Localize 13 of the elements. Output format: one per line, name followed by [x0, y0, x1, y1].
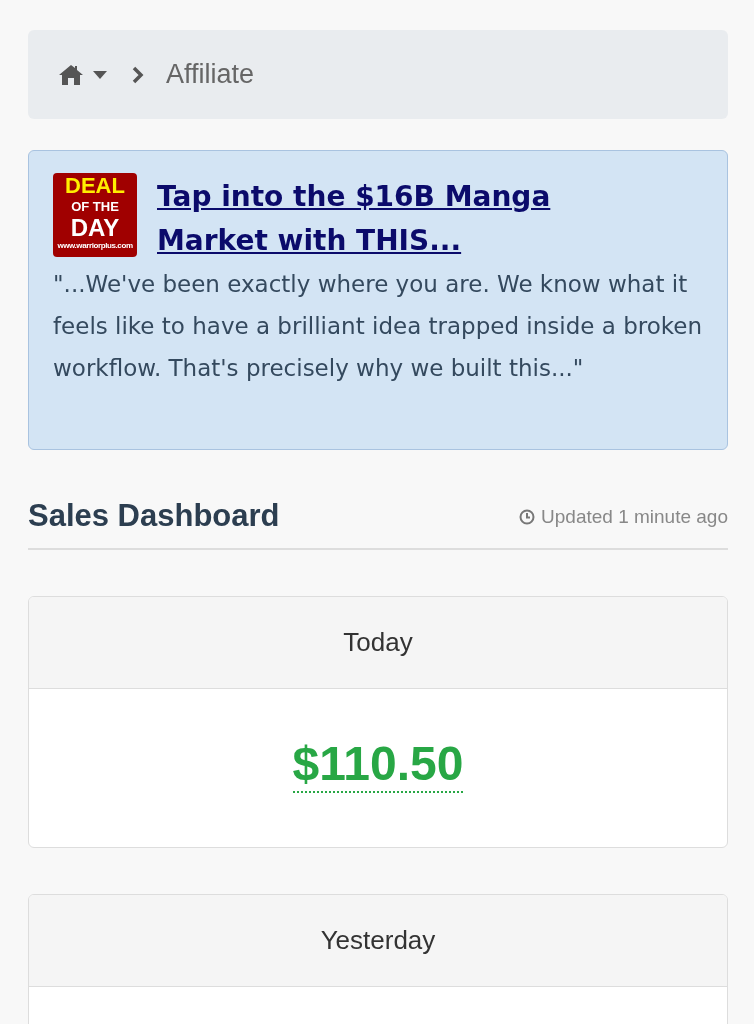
- sales-amount: $110.50: [292, 735, 464, 793]
- dashboard-title: Sales Dashboard: [28, 498, 280, 534]
- deal-badge: DEAL OF THE DAY www.warriorplus.com: [53, 173, 137, 257]
- ad-title-link[interactable]: Tap into the $16B Manga Market with THIS...: [157, 175, 597, 263]
- breadcrumb-item: Affiliate: [166, 59, 255, 90]
- chevron-icon: [132, 65, 144, 84]
- card-label: Today: [343, 627, 413, 658]
- home-icon[interactable]: [58, 63, 84, 86]
- card-label: Yesterday: [320, 925, 436, 956]
- ad-text: "...We've been exactly where you are. We know what it feels like to have a brilliant idea trapped inside a broken workflow. That's precisely why we built this...": [53, 270, 704, 383]
- clock-icon: [519, 509, 536, 525]
- updated-text: Updated 1 minute ago: [541, 506, 728, 528]
- caret-icon[interactable]: [92, 69, 108, 80]
